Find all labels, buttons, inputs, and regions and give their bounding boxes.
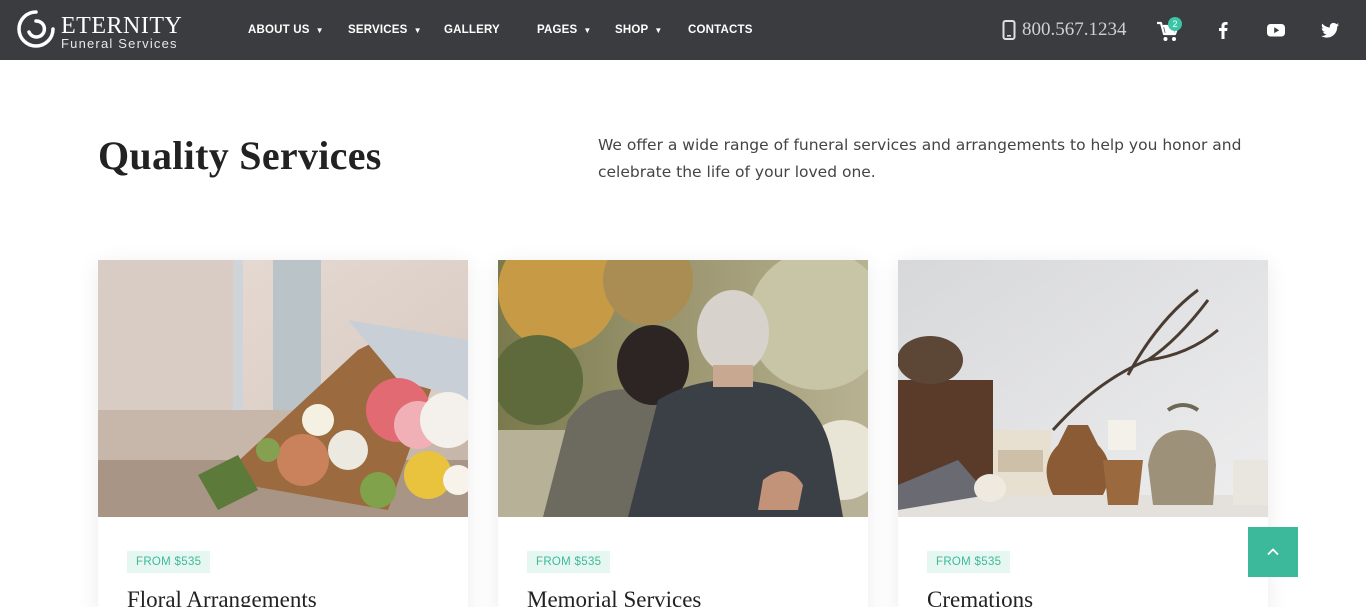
section-title: Quality Services xyxy=(98,133,382,178)
nav-item-label: CONTACTS xyxy=(688,24,753,36)
card-title[interactable]: Cremations xyxy=(927,587,1033,607)
nav-item-contacts[interactable]: CONTACTS xyxy=(688,22,753,38)
nav-item-label: SHOP xyxy=(615,24,649,36)
phone-number-text: 800.567.1234 xyxy=(1022,19,1127,40)
nav-item-label: ABOUT US xyxy=(248,24,310,36)
urns-and-candles-still-life-photo xyxy=(898,260,1268,517)
price-badge: FROM $535 xyxy=(127,551,211,573)
nav-item-label: PAGES xyxy=(537,24,578,36)
price-badge: FROM $535 xyxy=(927,551,1011,573)
brand-subtitle: Funeral Services xyxy=(61,36,178,51)
nav-item-label: GALLERY xyxy=(444,24,500,36)
elderly-couple-embracing-photo xyxy=(498,260,868,517)
card-title[interactable]: Floral Arrangements xyxy=(127,587,317,607)
nav-item-shop[interactable]: SHOP ▼ xyxy=(615,22,663,38)
caret-down-icon: ▼ xyxy=(315,25,324,35)
cart-button[interactable]: 2 xyxy=(1156,17,1184,43)
service-card-cremations[interactable]: FROM $535 Cremations xyxy=(898,260,1268,607)
nav-item-about-us[interactable]: ABOUT US ▼ xyxy=(248,22,324,38)
youtube-icon[interactable] xyxy=(1266,20,1286,40)
twitter-icon[interactable] xyxy=(1320,20,1340,40)
service-card-floral[interactable]: FROM $535 Floral Arrangements xyxy=(98,260,468,607)
scroll-to-top-button[interactable] xyxy=(1248,527,1298,577)
nav-item-label: SERVICES xyxy=(348,24,408,36)
site-header: ETERNITY Funeral Services ABOUT US ▼ SER… xyxy=(0,0,1366,60)
facebook-icon[interactable] xyxy=(1213,20,1233,40)
price-badge: FROM $535 xyxy=(527,551,611,573)
caret-down-icon: ▼ xyxy=(583,25,592,35)
phone-number[interactable]: 800.567.1234 xyxy=(1002,17,1127,43)
section-description: We offer a wide range of funeral service… xyxy=(598,136,1242,181)
service-card-memorial[interactable]: FROM $535 Memorial Services xyxy=(498,260,868,607)
nav-item-gallery[interactable]: GALLERY xyxy=(444,22,500,38)
cart-count-badge: 2 xyxy=(1168,17,1182,31)
card-title[interactable]: Memorial Services xyxy=(527,587,701,607)
caret-down-icon: ▼ xyxy=(654,25,663,35)
nav-item-pages[interactable]: PAGES ▼ xyxy=(537,22,592,38)
site-logo[interactable]: ETERNITY Funeral Services xyxy=(16,8,196,52)
nav-item-services[interactable]: SERVICES ▼ xyxy=(348,22,422,38)
caret-down-icon: ▼ xyxy=(413,25,422,35)
circle-swirl-logo-icon xyxy=(17,10,55,48)
mobile-phone-icon xyxy=(1002,20,1016,40)
chevron-up-icon xyxy=(1267,548,1279,556)
flower-bouquet-photo xyxy=(98,260,468,517)
